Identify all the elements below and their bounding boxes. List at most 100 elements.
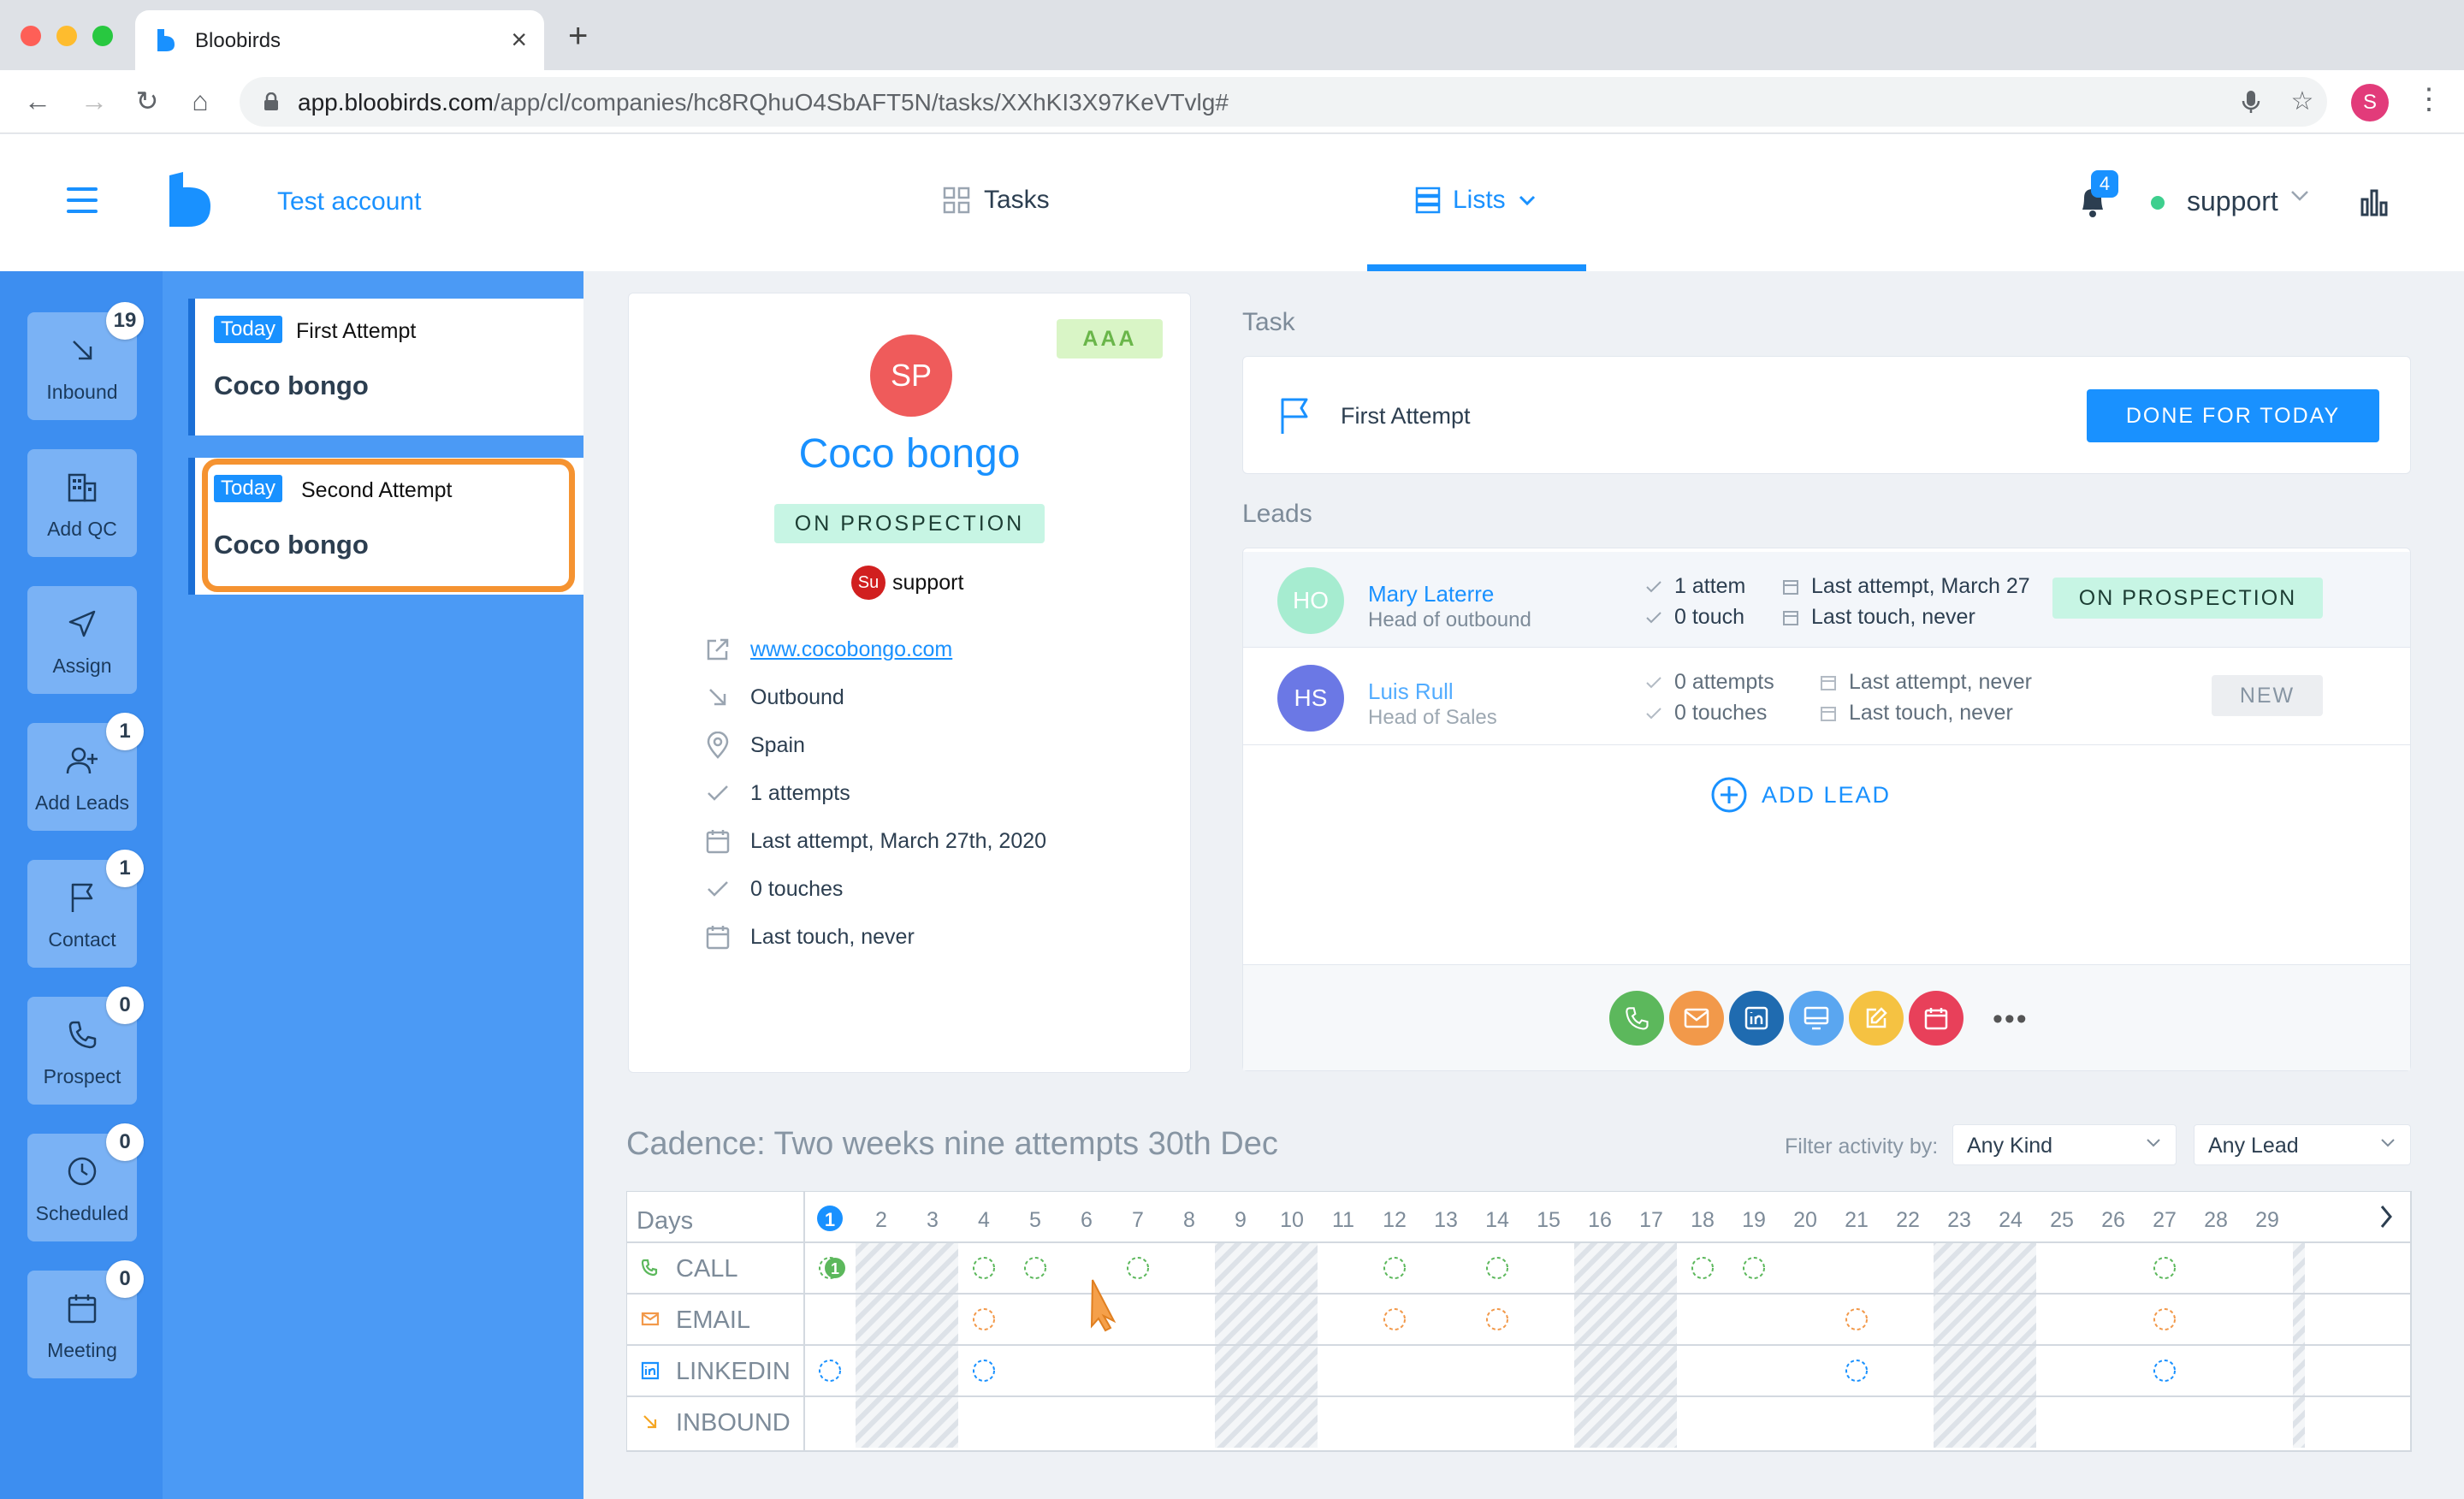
lead-avatar: HO	[1277, 567, 1344, 634]
home-icon[interactable]: ⌂	[183, 84, 217, 118]
call-action-button[interactable]	[1609, 991, 1664, 1046]
close-window-button[interactable]	[21, 26, 41, 46]
nav-tasks-label: Tasks	[984, 186, 1050, 214]
day-label: 9	[1235, 1208, 1247, 1232]
user-chevron-down-icon[interactable]	[2289, 189, 2310, 203]
day-label: 1	[825, 1209, 835, 1230]
rail-assign-button[interactable]: Assign	[27, 586, 137, 694]
note-action-button[interactable]	[1849, 991, 1904, 1046]
browser-menu-icon[interactable]: ⋮	[2414, 82, 2443, 116]
maximize-window-button[interactable]	[92, 26, 113, 46]
day-label: 24	[1999, 1208, 2023, 1232]
lead-row[interactable]: HO Mary Laterre Head of outbound 1 attem…	[1243, 552, 2410, 648]
company-status-badge[interactable]: ON PROSPECTION	[774, 504, 1045, 543]
address-bar[interactable]: app.bloobirds.com/app/cl/companies/hc8RQ…	[240, 77, 2327, 127]
leads-panel: HO Mary Laterre Head of outbound 1 attem…	[1242, 548, 2411, 1071]
lock-icon	[264, 92, 278, 110]
calendar-icon	[1924, 1008, 1948, 1030]
user-menu[interactable]: support	[2187, 186, 2278, 217]
rail-scheduled-button[interactable]: Scheduled 0	[27, 1123, 144, 1241]
day-label: 12	[1383, 1208, 1407, 1232]
company-attempts: 1 attempts	[750, 780, 850, 805]
microphone-icon[interactable]	[2236, 87, 2266, 116]
left-rail: Inbound 19 Add QC Assign Add Leads 1 Con…	[0, 271, 163, 1499]
day-label: 25	[2050, 1208, 2074, 1232]
cadence-grid: Days 1 2 3 4 5 6 7 8 9 10 11 12 13 14 15 16 17 18 19 20 21 22…	[626, 1191, 2412, 1452]
add-user-icon	[66, 747, 98, 774]
chevron-down-icon	[1519, 195, 1535, 206]
reload-icon[interactable]: ↻	[130, 84, 164, 118]
day-label: 8	[1183, 1208, 1195, 1232]
source-row: Outbound	[704, 684, 844, 711]
rail-label: Contact	[48, 928, 116, 951]
task-card[interactable]: Today First Attempt Coco bongo	[188, 299, 583, 435]
browser-tabstrip: Bloobirds × +	[0, 0, 2464, 70]
meeting-action-button[interactable]	[1909, 991, 1964, 1046]
website-link[interactable]: www.cocobongo.com	[750, 637, 952, 662]
day-label: 17	[1639, 1208, 1663, 1232]
lead-title: Head of outbound	[1368, 608, 1531, 631]
tab-close-icon[interactable]: ×	[511, 24, 527, 56]
phone-icon	[1626, 1007, 1649, 1030]
lead-row[interactable]: HS Luis Rull Head of Sales 0 attempts 0 …	[1243, 649, 2410, 745]
email-action-button[interactable]	[1669, 991, 1724, 1046]
days-header: Days	[637, 1207, 693, 1235]
rail-prospect-button[interactable]: Prospect 0	[27, 986, 144, 1105]
lead-last-touch: Last touch, never	[1782, 605, 2064, 630]
check-icon	[708, 785, 728, 801]
hamburger-menu-icon[interactable]	[67, 187, 98, 213]
browser-tab[interactable]: Bloobirds ×	[135, 10, 544, 70]
lead-status-badge[interactable]: ON PROSPECTION	[2052, 578, 2323, 619]
grid-icon	[943, 187, 970, 214]
day-label: 16	[1588, 1208, 1612, 1232]
bar-chart-icon[interactable]	[2360, 187, 2389, 216]
lead-attempts: 0 attempts	[1645, 670, 1816, 695]
rail-meeting-button[interactable]: Meeting 0	[27, 1260, 144, 1378]
last-attempt-row: Last attempt, March 27th, 2020	[704, 827, 1046, 855]
minimize-window-button[interactable]	[56, 26, 77, 46]
touches-row: 0 touches	[704, 875, 843, 903]
rail-count-badge: 1	[106, 713, 144, 750]
rail-add-qc-button[interactable]: Add QC	[27, 449, 137, 557]
add-lead-label: ADD LEAD	[1762, 781, 1892, 808]
website-row: www.cocobongo.com	[704, 636, 952, 663]
nav-lists[interactable]: Lists	[1415, 186, 1537, 215]
account-name[interactable]: Test account	[277, 187, 421, 216]
lead-status-badge[interactable]: NEW	[2212, 675, 2323, 716]
task-company: Coco bongo	[214, 370, 369, 400]
company-name[interactable]: Coco bongo	[629, 430, 1190, 477]
lead-name[interactable]: Luis Rull	[1368, 678, 1454, 705]
bookmark-star-icon[interactable]: ☆	[2288, 87, 2317, 116]
website-action-button[interactable]	[1789, 991, 1844, 1046]
filter-lead-select[interactable]: Any Lead	[2194, 1124, 2411, 1165]
lead-touches: 0 touch	[1645, 605, 1774, 630]
rail-contact-button[interactable]: Contact 1	[27, 850, 144, 968]
phone-icon	[68, 1021, 97, 1049]
rail-label: Meeting	[47, 1339, 117, 1361]
linkedin-action-button[interactable]	[1729, 991, 1784, 1046]
day-label: 19	[1742, 1208, 1766, 1232]
rail-inbound-button[interactable]: Inbound 19	[27, 302, 144, 420]
note-icon	[1866, 1007, 1887, 1028]
lead-name[interactable]: Mary Laterre	[1368, 581, 1494, 607]
profile-avatar[interactable]: S	[2351, 84, 2389, 121]
leads-section-title: Leads	[1242, 500, 1312, 528]
lead-avatar: HS	[1277, 665, 1344, 732]
clock-icon	[68, 1157, 97, 1186]
lead-title: Head of Sales	[1368, 706, 1497, 729]
day-label: 7	[1132, 1208, 1144, 1232]
lead-last-attempt: Last attempt, never	[1820, 670, 2076, 695]
new-tab-icon[interactable]: +	[568, 19, 588, 53]
add-lead-button[interactable]: ADD LEAD	[1710, 776, 1891, 814]
day-label: 28	[2204, 1208, 2228, 1232]
done-for-today-button[interactable]: DONE FOR TODAY	[2087, 389, 2379, 442]
rail-label: Inbound	[46, 381, 118, 403]
more-actions-icon[interactable]: •••	[1993, 1003, 2029, 1036]
forward-icon[interactable]: →	[77, 84, 111, 118]
back-icon[interactable]: ←	[21, 84, 55, 118]
rail-count-badge: 0	[106, 1123, 144, 1161]
nav-tasks[interactable]: Tasks	[943, 186, 1050, 215]
rail-add-leads-button[interactable]: Add Leads 1	[27, 713, 144, 831]
filter-kind-select[interactable]: Any Kind	[1952, 1124, 2177, 1165]
company-avatar: SP	[870, 335, 952, 417]
